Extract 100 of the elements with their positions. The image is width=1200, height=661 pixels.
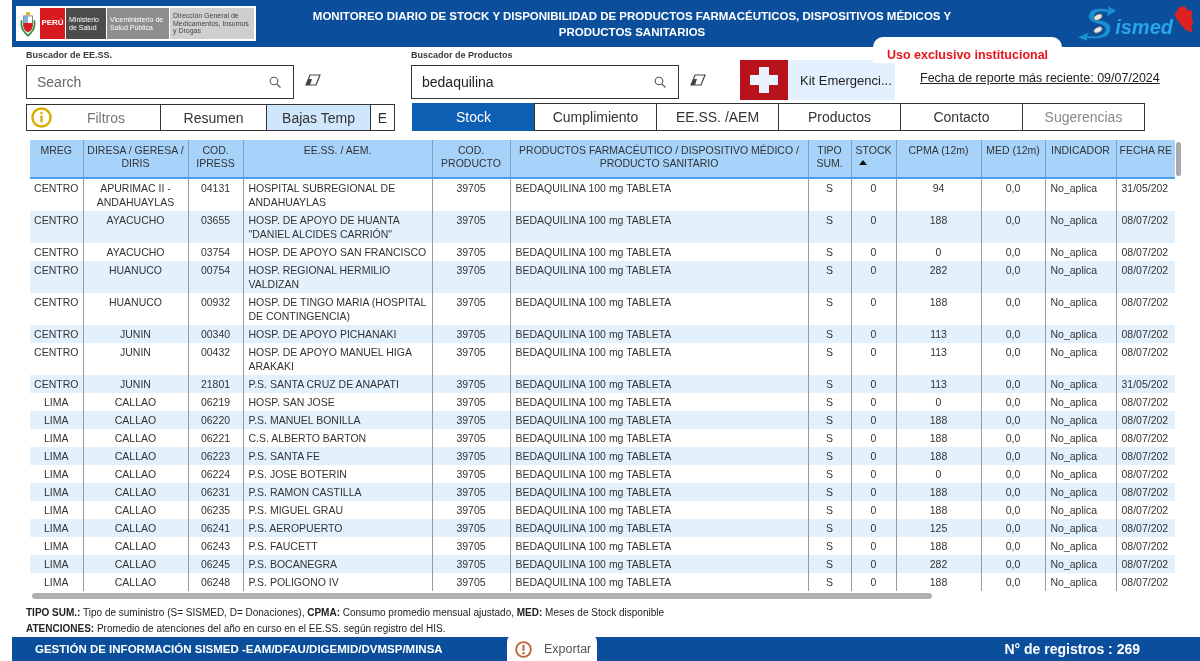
column-header[interactable]: COD. PRODUCTO [432, 140, 510, 178]
column-header[interactable]: EE.SS. / AEM. [243, 140, 432, 178]
table-cell: CALLAO [83, 483, 188, 501]
table-cell: CALLAO [83, 573, 188, 591]
table-cell: 188 [896, 429, 981, 447]
search-icon[interactable] [654, 76, 666, 88]
export-button[interactable]: Exportar [507, 634, 597, 661]
table-cell: HOSP. DE APOYO PICHANAKI [243, 325, 432, 343]
column-header[interactable]: MED (12m) [981, 140, 1045, 178]
table-cell: CALLAO [83, 537, 188, 555]
kit-button[interactable]: Kit Emergenci... [740, 60, 895, 100]
tab[interactable]: Contacto [900, 103, 1023, 131]
column-header[interactable]: TIPO SUM. [808, 140, 851, 178]
table-cell: 0 [896, 393, 981, 411]
alert-icon [515, 640, 532, 658]
table-cell: 00432 [188, 343, 243, 375]
notice-label: Uso exclusivo institucional [873, 37, 1062, 63]
table-cell: HUANUCO [83, 261, 188, 293]
table-cell: 06219 [188, 393, 243, 411]
tab[interactable]: EE.SS. /AEM [656, 103, 779, 131]
table-cell: CALLAO [83, 393, 188, 411]
table-cell: 0,0 [981, 243, 1045, 261]
legend-text: TIPO SUM.: Tipo de suministro (S= SISMED, D= Donaciones), CPMA: Consumo promedio mensual ajustado, MED: Meses de Stock disponible [26, 606, 665, 620]
vertical-scrollbar[interactable] [1176, 142, 1181, 176]
table-cell: 39705 [432, 293, 510, 325]
table-cell: 0,0 [981, 483, 1045, 501]
table-cell: 08/07/202 [1116, 555, 1175, 573]
table-cell: P.S. MIGUEL GRAU [243, 501, 432, 519]
table-cell: BEDAQUILINA 100 mg TABLETA [510, 555, 808, 573]
table-cell: 125 [896, 519, 981, 537]
search-field[interactable]: Search [26, 65, 294, 99]
table-cell: 0 [851, 243, 896, 261]
column-header[interactable]: DIRESA / GERESA / DIRIS [83, 140, 188, 178]
table-cell: CALLAO [83, 411, 188, 429]
table-cell: LIMA [30, 573, 83, 591]
column-header[interactable]: COD. IPRESS [188, 140, 243, 178]
nav-tab[interactable]: Bajas Temp [266, 104, 371, 131]
tab[interactable]: Cumplimiento [534, 103, 657, 131]
table-cell: CENTRO [30, 375, 83, 393]
nav-tab[interactable]: Resumen [160, 104, 267, 131]
table-cell: 0 [851, 447, 896, 465]
search-field[interactable]: bedaquilina [411, 65, 679, 99]
column-header[interactable]: STOCK [851, 140, 896, 178]
table-cell: HOSP. DE APOYO SAN FRANCISCO [243, 243, 432, 261]
table-cell: No_aplica [1045, 178, 1116, 211]
field-label: Buscador de EE.SS. [26, 50, 114, 62]
info-icon [31, 107, 52, 128]
table-cell: 0,0 [981, 411, 1045, 429]
eraser-icon[interactable] [305, 74, 321, 86]
table-cell: CALLAO [83, 519, 188, 537]
table-cell: No_aplica [1045, 537, 1116, 555]
table-cell: 39705 [432, 411, 510, 429]
table-cell: JUNIN [83, 375, 188, 393]
nav-tab[interactable]: E [370, 104, 395, 131]
table-cell: LIMA [30, 429, 83, 447]
table-cell: 08/07/202 [1116, 465, 1175, 483]
column-header[interactable]: FECHA RE [1116, 140, 1175, 178]
search-icon[interactable] [269, 76, 281, 88]
table-cell: BEDAQUILINA 100 mg TABLETA [510, 501, 808, 519]
column-header[interactable]: INDICADOR [1045, 140, 1116, 178]
table-cell: 0,0 [981, 393, 1045, 411]
table-cell: 06243 [188, 537, 243, 555]
tab[interactable]: Stock [412, 103, 535, 131]
table-cell: 0,0 [981, 519, 1045, 537]
column-header[interactable]: MREG [30, 140, 83, 178]
table-cell: 39705 [432, 261, 510, 293]
tab[interactable]: Productos [778, 103, 901, 131]
table-cell: 31/05/202 [1116, 178, 1175, 211]
table-cell: 08/07/202 [1116, 483, 1175, 501]
table-cell: 0 [851, 501, 896, 519]
report-date-link[interactable]: Fecha de reporte más reciente: 09/07/2024 [920, 71, 1160, 86]
horizontal-scrollbar[interactable] [32, 593, 932, 599]
table-cell: LIMA [30, 519, 83, 537]
table-cell: 188 [896, 537, 981, 555]
cross-icon [740, 60, 788, 100]
table-cell: P.S. BOCANEGRA [243, 555, 432, 573]
column-header[interactable]: CPMA (12m) [896, 140, 981, 178]
table-cell: APURIMAC II - ANDAHUAYLAS [83, 178, 188, 211]
column-header[interactable]: PRODUCTOS FARMACÉUTICO / DISPOSITIVO MÉDICO / PRODUCTO SANITARIO [510, 140, 808, 178]
table-cell: LIMA [30, 465, 83, 483]
table-cell: LIMA [30, 411, 83, 429]
table-cell: 08/07/202 [1116, 343, 1175, 375]
table-cell: 0 [851, 375, 896, 393]
table-cell: 188 [896, 293, 981, 325]
table-cell: No_aplica [1045, 211, 1116, 243]
table-cell: 0 [851, 429, 896, 447]
table-cell: 0 [851, 519, 896, 537]
table-cell: 08/07/202 [1116, 325, 1175, 343]
table-cell: 39705 [432, 325, 510, 343]
table-cell: 0,0 [981, 555, 1045, 573]
table-cell: P.S. SANTA CRUZ DE ANAPATI [243, 375, 432, 393]
table-cell: LIMA [30, 393, 83, 411]
table-cell: BEDAQUILINA 100 mg TABLETA [510, 325, 808, 343]
eraser-icon[interactable] [690, 74, 706, 86]
table-cell: S [808, 343, 851, 375]
table-cell: 0,0 [981, 429, 1045, 447]
table-cell: CALLAO [83, 501, 188, 519]
table-cell: HOSP. SAN JOSE [243, 393, 432, 411]
table-cell: 08/07/202 [1116, 537, 1175, 555]
table-cell: No_aplica [1045, 447, 1116, 465]
